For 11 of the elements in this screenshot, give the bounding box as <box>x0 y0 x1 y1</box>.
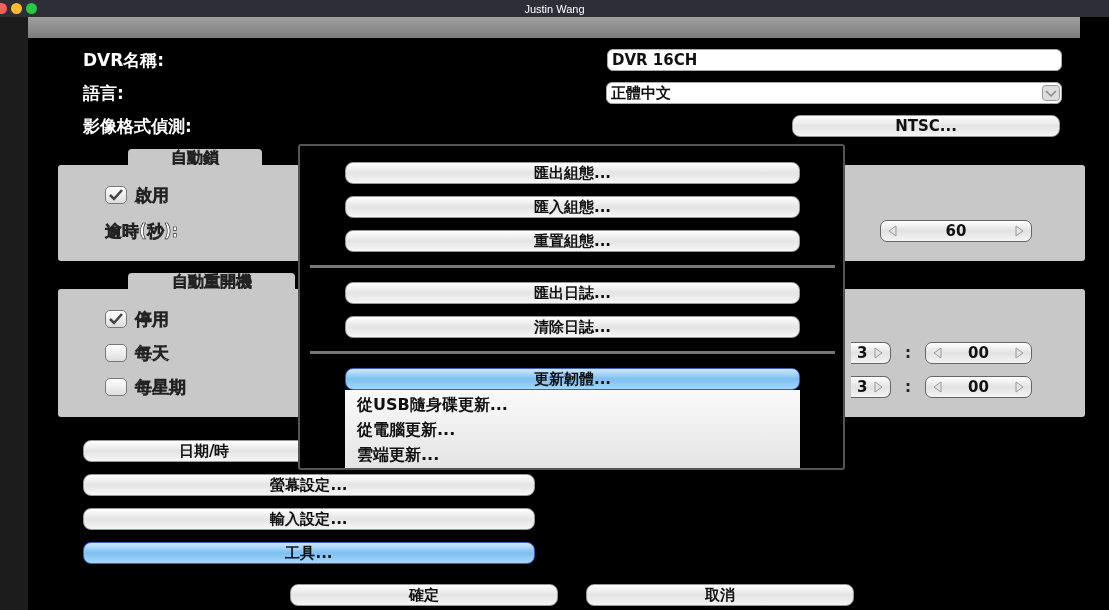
checkbox-label: 每天 <box>135 341 169 365</box>
checkbox-label: 每星期 <box>135 375 186 399</box>
window-title: Justin Wang <box>524 2 585 15</box>
time-separator: : <box>905 344 911 362</box>
timeout-label: 逾時(秒): <box>105 219 179 243</box>
checkbox-label: 啟用 <box>135 183 169 207</box>
checkbox-label: 停用 <box>135 307 169 331</box>
setting-label: 語言: <box>83 81 125 105</box>
setting-label: 影像格式偵測: <box>83 114 193 138</box>
setting-label: DVR名稱: <box>83 48 166 72</box>
time-separator: : <box>905 378 911 396</box>
